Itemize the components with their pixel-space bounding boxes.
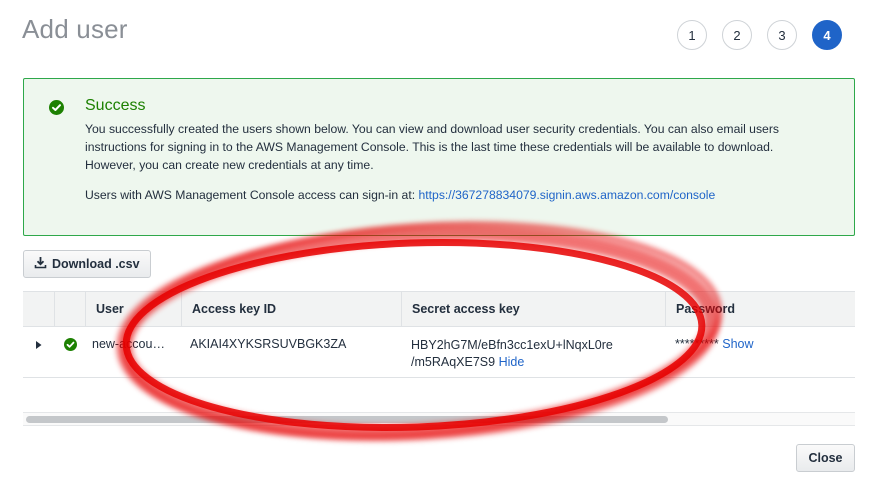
cell-access-key-id: AKIAI4XYKSRSUVBGK3ZA bbox=[190, 337, 347, 351]
horizontal-scrollbar[interactable] bbox=[23, 412, 855, 426]
column-header-user[interactable]: User bbox=[85, 292, 181, 326]
password-mask: ********* bbox=[675, 337, 719, 351]
secret-key-line-2: /m5RAqXE7S9 bbox=[411, 355, 496, 369]
hide-secret-link[interactable]: Hide bbox=[499, 355, 525, 369]
download-icon bbox=[34, 256, 47, 272]
credentials-table: User Access key ID Secret access key Pas… bbox=[23, 291, 855, 378]
step-4: 4 bbox=[812, 20, 842, 50]
console-signin-text: Users with AWS Management Console access… bbox=[85, 188, 419, 202]
table-header: User Access key ID Secret access key Pas… bbox=[23, 291, 855, 327]
console-signin-link[interactable]: https://367278834079.signin.aws.amazon.c… bbox=[419, 188, 716, 202]
success-title: Success bbox=[85, 97, 146, 114]
cell-secret-access-key: HBY2hG7M/eBfn3cc1exU+lNqxL0re /m5RAqXE7S… bbox=[411, 337, 613, 371]
success-status-icon bbox=[64, 338, 77, 354]
secret-key-line-1: HBY2hG7M/eBfn3cc1exU+lNqxL0re bbox=[411, 338, 613, 352]
expand-row-icon[interactable] bbox=[35, 339, 43, 353]
show-password-link[interactable]: Show bbox=[722, 337, 753, 351]
column-header-access-key-id[interactable]: Access key ID bbox=[181, 292, 401, 326]
step-1[interactable]: 1 bbox=[677, 20, 707, 50]
cell-user: new-accou… bbox=[92, 337, 165, 351]
success-message: You successfully created the users shown… bbox=[85, 122, 779, 172]
page-title: Add user bbox=[22, 14, 128, 44]
scrollbar-thumb[interactable] bbox=[26, 416, 668, 423]
status-column-header bbox=[54, 292, 85, 326]
download-csv-button[interactable]: Download .csv bbox=[23, 250, 151, 278]
step-2[interactable]: 2 bbox=[722, 20, 752, 50]
close-button[interactable]: Close bbox=[796, 444, 855, 472]
step-3[interactable]: 3 bbox=[767, 20, 797, 50]
console-signin-line: Users with AWS Management Console access… bbox=[85, 188, 715, 202]
step-indicator: 1 2 3 4 bbox=[677, 20, 842, 50]
check-circle-icon bbox=[49, 100, 64, 115]
cell-password: ********* Show bbox=[675, 337, 754, 351]
column-header-secret-access-key[interactable]: Secret access key bbox=[401, 292, 665, 326]
success-alert: Success You successfully created the use… bbox=[23, 78, 855, 236]
table-row: new-accou… AKIAI4XYKSRSUVBGK3ZA HBY2hG7M… bbox=[23, 327, 855, 378]
column-header-password[interactable]: Password bbox=[665, 292, 855, 326]
expand-column-header bbox=[23, 292, 54, 326]
download-csv-label: Download .csv bbox=[52, 257, 140, 271]
